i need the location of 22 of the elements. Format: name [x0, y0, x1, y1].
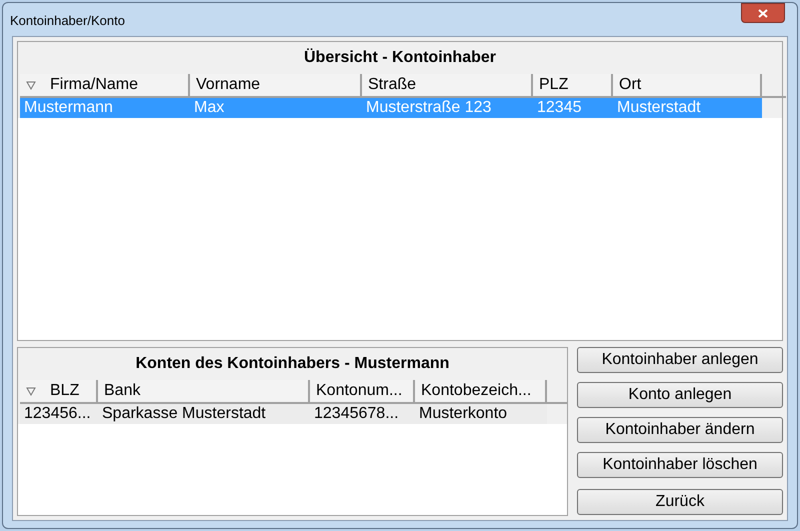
table-cell-text: 12345678...: [313, 404, 400, 424]
sort-icon: [26, 386, 36, 396]
table-cell-text: 12345: [536, 98, 582, 118]
action-button[interactable]: Kontoinhaber ändern: [577, 417, 783, 443]
close-button[interactable]: [741, 3, 785, 23]
table-cell-text: Musterstadt: [616, 98, 702, 118]
table-cell-text: Musterkonto: [418, 404, 508, 424]
panel-title: Konten des Kontoinhabers - Mustermann: [136, 354, 450, 374]
action-button[interactable]: Kontoinhaber löschen: [577, 452, 783, 478]
action-button[interactable]: Konto anlegen: [577, 382, 783, 408]
action-button[interactable]: Kontoinhaber anlegen: [577, 347, 783, 373]
table-cell-text: Musterstraße 123: [365, 98, 492, 118]
sort-icon: [26, 80, 36, 90]
table-cell-text: Mustermann: [23, 98, 114, 118]
table-cell-text: 123456...: [23, 404, 92, 424]
table-cell-text: Max: [193, 98, 226, 118]
panel-title: Übersicht - Kontoinhaber: [304, 47, 496, 68]
window-title: Kontoinhaber/Konto: [10, 12, 125, 30]
table-cell-text: Sparkasse Musterstadt: [101, 404, 267, 424]
table-row[interactable]: 123456... Sparkasse Musterstadt 12345678... Musterkonto: [20, 404, 547, 424]
action-button[interactable]: Zurück: [577, 489, 783, 515]
close-icon: [758, 8, 768, 18]
